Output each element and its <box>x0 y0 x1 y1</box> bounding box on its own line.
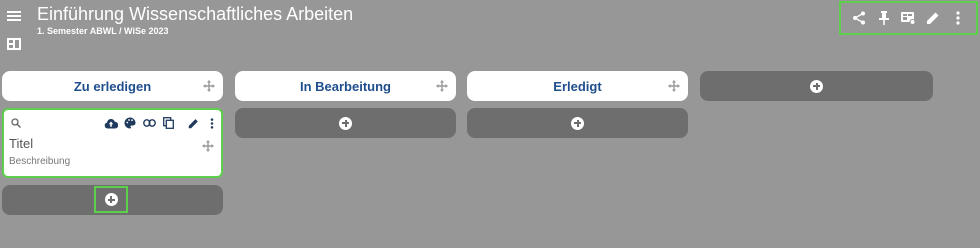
board-icon[interactable] <box>7 38 21 50</box>
card[interactable]: Titel Beschreibung <box>2 108 223 178</box>
add-circle-icon <box>571 116 584 130</box>
column-header-erledigt[interactable]: Erledigt <box>467 71 688 101</box>
page-subtitle: 1. Semester ABWL / WiSe 2023 <box>37 26 169 36</box>
add-card-button-erledigt[interactable] <box>467 108 688 138</box>
palette-icon[interactable] <box>123 116 137 130</box>
card-toolbar <box>104 116 219 130</box>
share-icon[interactable] <box>850 9 868 27</box>
column-title: Zu erledigen <box>73 78 152 94</box>
add-card-button-in-bearbeitung[interactable] <box>235 108 456 138</box>
cloud-upload-icon[interactable] <box>104 116 118 130</box>
add-circle-icon <box>339 116 352 130</box>
board-view-icon[interactable] <box>899 9 917 27</box>
add-circle-icon <box>810 79 823 93</box>
card-title[interactable]: Titel <box>9 136 33 151</box>
add-column-button[interactable] <box>700 71 933 101</box>
edit-icon[interactable] <box>924 9 942 27</box>
drag-handle-icon[interactable] <box>668 80 680 92</box>
copy-icon[interactable] <box>161 116 175 130</box>
search-icon[interactable] <box>11 118 21 128</box>
edit-icon[interactable] <box>186 116 200 130</box>
column-header-in-bearbeitung[interactable]: In Bearbeitung <box>235 71 456 101</box>
drag-handle-icon[interactable] <box>202 140 214 152</box>
page-title: Einführung Wissenschaftliches Arbeiten <box>37 4 354 24</box>
column-header-zu-erledigen[interactable]: Zu erledigen <box>2 71 223 101</box>
more-vert-icon[interactable] <box>949 9 967 27</box>
column-title: In Bearbeitung <box>299 78 391 94</box>
card-description[interactable]: Beschreibung <box>9 156 70 167</box>
more-vert-icon[interactable] <box>205 116 219 130</box>
link-icon[interactable] <box>142 116 156 130</box>
add-circle-icon <box>104 193 118 206</box>
drag-handle-icon[interactable] <box>436 80 448 92</box>
pin-icon[interactable] <box>875 9 893 27</box>
drag-handle-icon[interactable] <box>203 80 215 92</box>
hamburger-menu-icon[interactable] <box>6 8 22 24</box>
add-card-plus-button[interactable] <box>94 186 128 213</box>
column-title: Erledigt <box>553 78 602 94</box>
header-toolbar <box>839 1 978 35</box>
